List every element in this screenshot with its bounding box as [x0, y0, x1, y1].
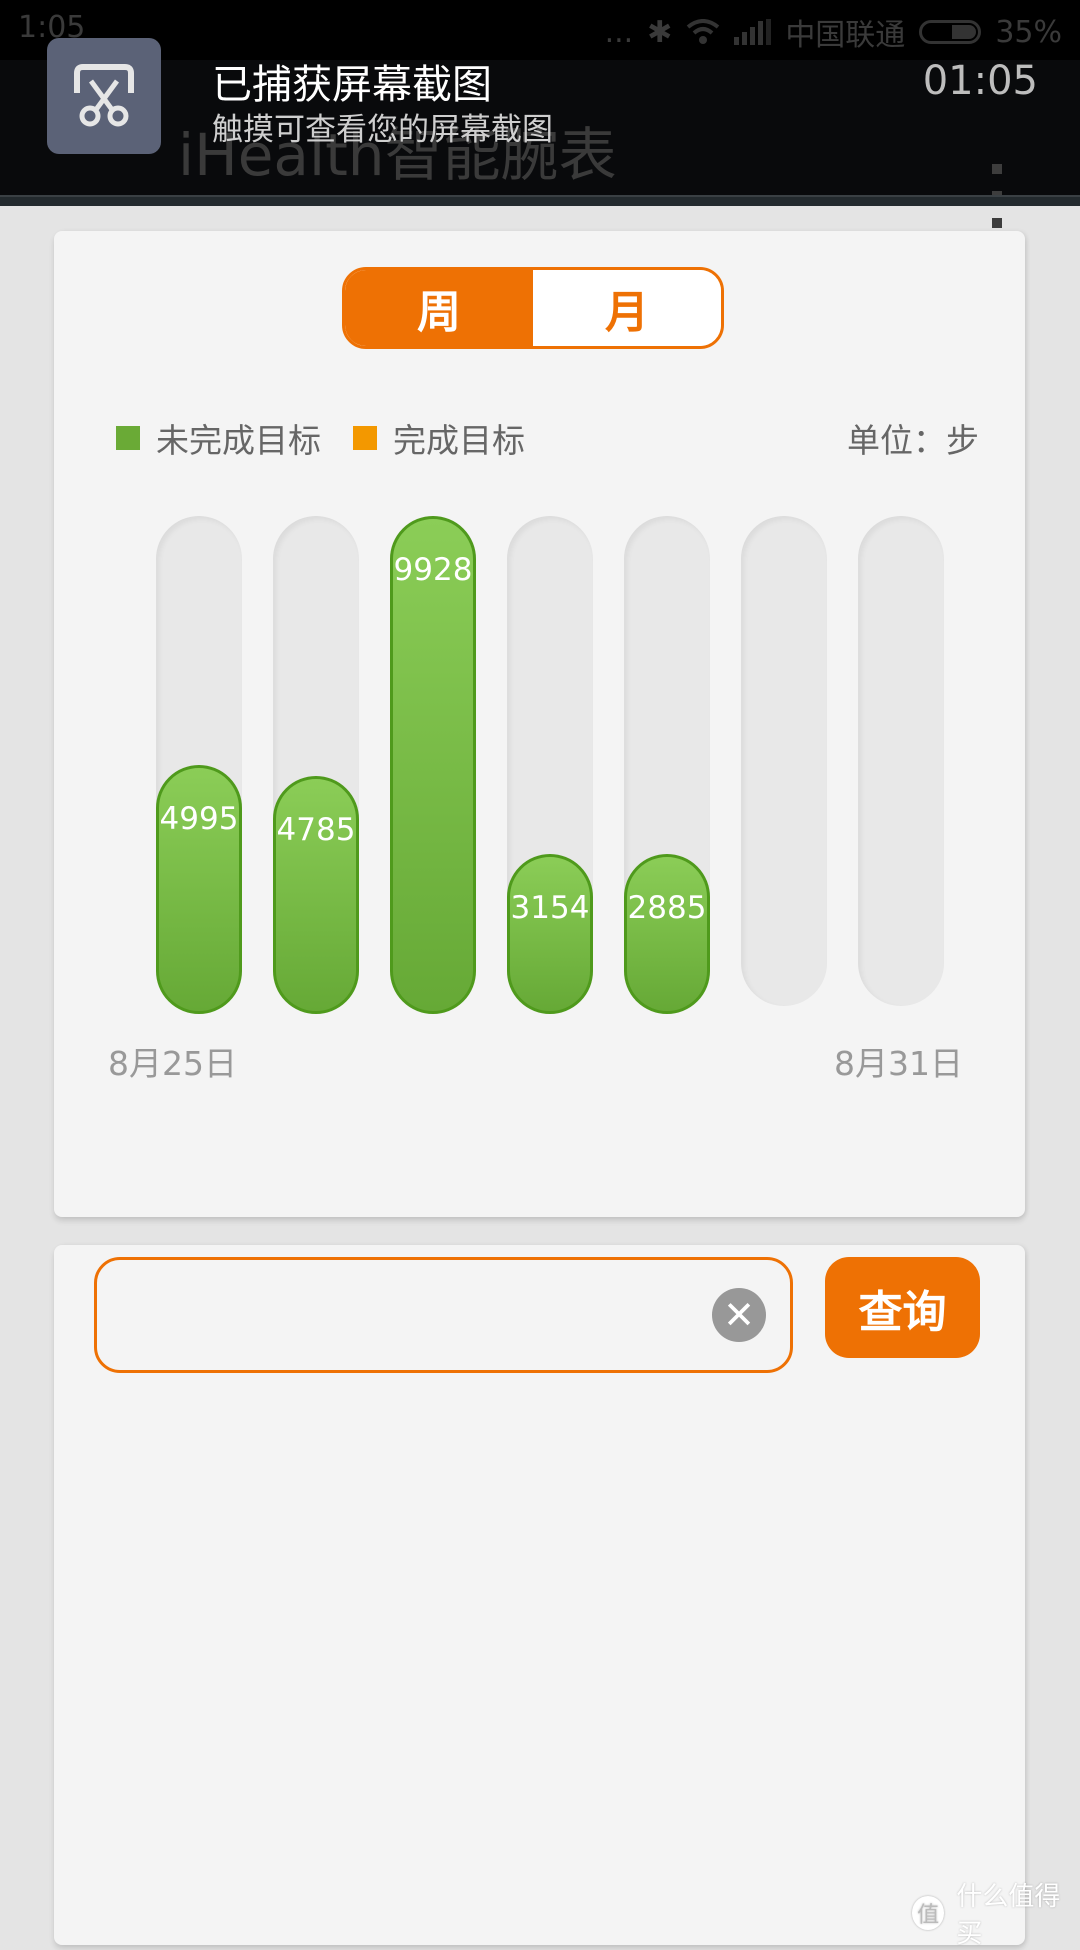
watermark-logo-icon: 值	[912, 1896, 945, 1930]
watermark: 值 什么值得买	[912, 1876, 1080, 1950]
battery-icon	[919, 20, 982, 44]
notification-subtitle: 触摸可查看您的屏幕截图	[212, 112, 553, 148]
bar-value-label: 3154	[510, 890, 590, 926]
screenshot-scissors-icon	[47, 38, 161, 154]
steps-bar-chart: 4995 4785 9928 3154 2885 8月25日 8月31日	[54, 231, 1025, 1217]
bar-value-label: 2885	[627, 890, 707, 926]
bluetooth-icon: ✱	[647, 14, 673, 50]
notification-time: 01:05	[922, 58, 1038, 104]
more-notifications-icon: ...	[604, 14, 634, 50]
bar[interactable]	[507, 854, 593, 1014]
app-bar-divider	[0, 195, 1080, 206]
carrier-name: 中国联通	[785, 18, 906, 53]
bar-value-label: 9928	[393, 552, 473, 588]
bar[interactable]	[624, 854, 710, 1014]
bar-track	[741, 516, 827, 1006]
steps-chart-card: 周 月 未完成目标 完成目标 单位：步 4995 4785 9928 3154 2885…	[54, 231, 1025, 1217]
battery-percent: 35%	[995, 14, 1062, 50]
x-tick-label: 8月25日	[108, 1044, 237, 1083]
bar-value-label: 4785	[276, 811, 356, 848]
cell-signal-icon	[734, 19, 772, 45]
search-field[interactable]: ✕	[94, 1257, 793, 1373]
query-card: ✕ 查询	[54, 1245, 1025, 1945]
bar-track	[858, 516, 944, 1006]
watermark-text: 什么值得买	[956, 1882, 1061, 1949]
bar[interactable]	[390, 516, 476, 1014]
wifi-icon	[687, 19, 720, 44]
query-button[interactable]: 查询	[825, 1257, 980, 1358]
bar-value-label: 4995	[159, 801, 239, 838]
x-tick-label: 8月31日	[834, 1044, 963, 1083]
clear-x-icon[interactable]: ✕	[712, 1288, 766, 1342]
search-input[interactable]	[117, 1280, 681, 1352]
status-bar: 1:05 ... ✱ 中国联通 35%	[0, 0, 1080, 60]
notification-title: 已捕获屏幕截图	[212, 62, 492, 108]
